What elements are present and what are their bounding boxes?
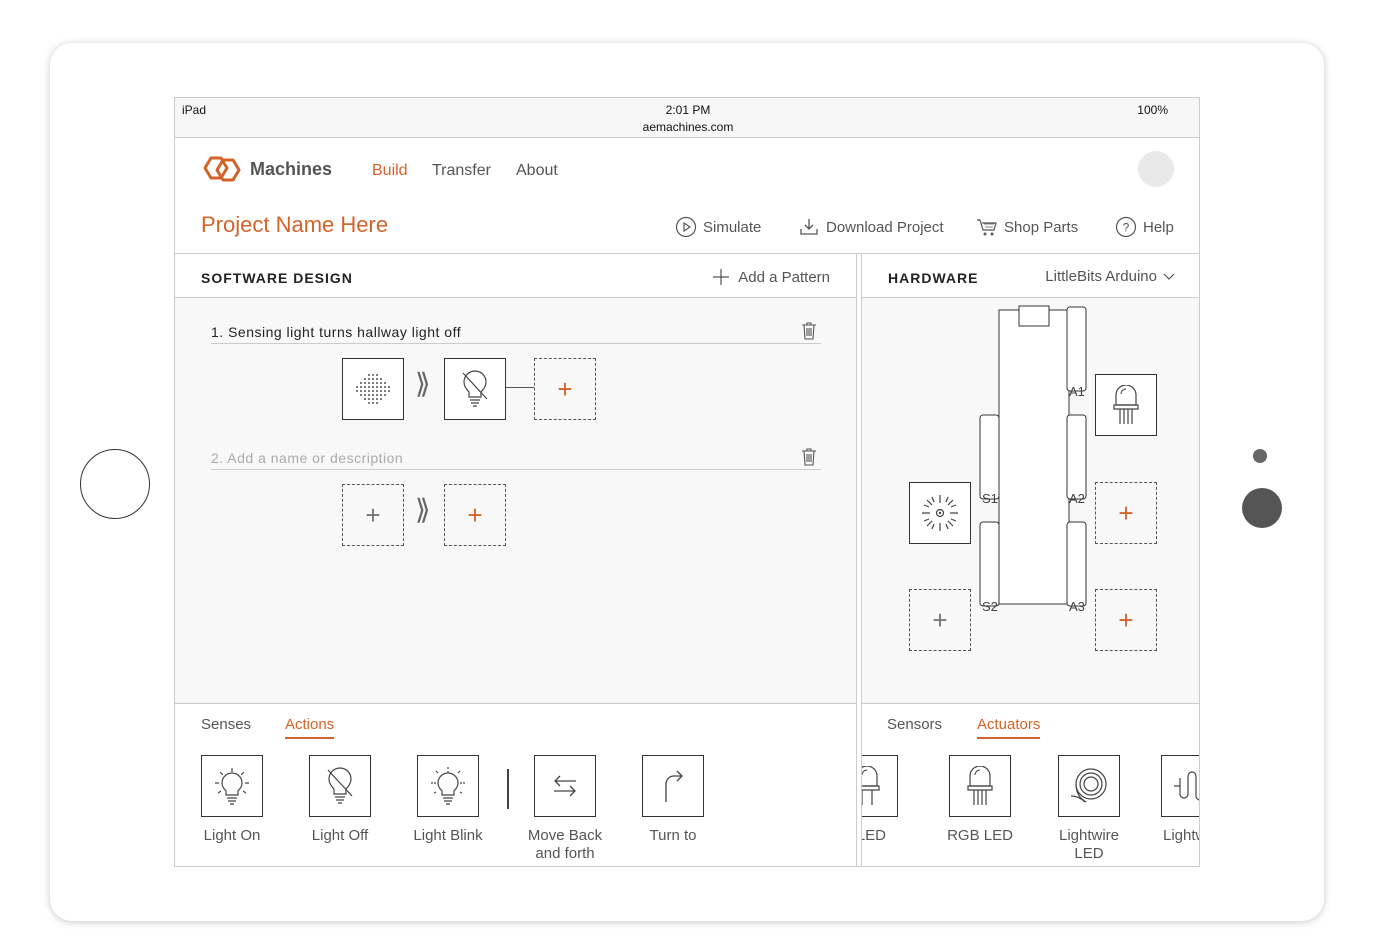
brand-name: Machines — [250, 159, 333, 179]
item-label: Turn to — [649, 827, 697, 844]
add-pattern-button[interactable]: Add a Pattern — [712, 268, 830, 286]
action-move-back-forth[interactable]: Move Back and forth — [520, 755, 610, 863]
light-sensor-icon — [356, 374, 390, 404]
simulate-button[interactable]: Simulate — [675, 216, 761, 238]
action-turn-to[interactable]: Turn to — [628, 755, 718, 845]
rgb-led-module[interactable] — [1095, 374, 1157, 436]
connector-line — [506, 387, 534, 388]
software-design-panel: SOFTWARE DESIGN Add a Pattern 1. Sensing… — [175, 254, 857, 866]
add-action-slot[interactable]: + — [534, 358, 596, 420]
tab-actions[interactable]: Actions — [285, 716, 335, 739]
address-bar[interactable]: aemachines.com — [175, 120, 1199, 134]
pattern-2-title[interactable]: 2. Add a name or description — [211, 450, 821, 470]
tab-senses[interactable]: Senses — [201, 716, 251, 737]
add-action-slot[interactable]: + — [444, 484, 506, 546]
add-port-a2-slot[interactable]: + — [1095, 482, 1157, 544]
project-name[interactable]: Project Name Here — [201, 212, 388, 238]
lightwire-2-icon — [1174, 771, 1199, 801]
add-port-a3-slot[interactable]: + — [1095, 589, 1157, 651]
battery: 100% — [1137, 103, 1168, 117]
add-pattern-label: Add a Pattern — [738, 268, 830, 286]
action-light-on[interactable]: Light On — [187, 755, 277, 845]
software-header: SOFTWARE DESIGN Add a Pattern — [175, 254, 856, 298]
trash-icon[interactable] — [801, 322, 817, 340]
move-back-forth-icon — [554, 775, 576, 797]
simulate-label: Simulate — [703, 218, 762, 236]
help-button[interactable]: ? Help — [1115, 216, 1174, 238]
svg-text:?: ? — [1123, 221, 1130, 235]
hardware-title: HARDWARE — [888, 270, 979, 286]
chevron-right-icon: ⟫ — [415, 494, 431, 525]
actuator-lightwire-led[interactable]: Lightwire LED — [1043, 755, 1135, 863]
item-label: Light Off — [311, 827, 369, 844]
port-s1: S1 — [982, 491, 998, 506]
plus-icon — [713, 269, 730, 285]
item-label: LED — [862, 827, 886, 844]
item-label: Light Blink — [413, 827, 483, 844]
add-port-s2-slot[interactable]: + — [909, 589, 971, 651]
light-sensor-block[interactable] — [342, 358, 404, 420]
screen: iPad 2:01 PM aemachines.com 100% Machine… — [174, 97, 1200, 867]
machines-logo-icon[interactable] — [201, 154, 243, 184]
actuator-lightwire[interactable]: Lightwir — [1147, 755, 1199, 845]
lightwire-icon — [1070, 768, 1107, 803]
light-blink-icon — [431, 767, 465, 805]
camera-lens — [1242, 488, 1282, 528]
help-label: Help — [1143, 218, 1174, 236]
light-sensor-module[interactable] — [909, 482, 971, 544]
board-select[interactable]: LittleBits Arduino — [1045, 268, 1175, 285]
light-sensor-icon — [922, 495, 958, 531]
light-off-block[interactable] — [444, 358, 506, 420]
hardware-header: HARDWARE LittleBits Arduino — [862, 254, 1199, 298]
download-label: Download Project — [826, 218, 944, 236]
item-label: Lightwir — [1163, 827, 1199, 844]
camera-sensor — [1253, 449, 1267, 463]
shop-parts-button[interactable]: Shop Parts — [976, 216, 1078, 238]
port-a3: A3 — [1069, 599, 1085, 614]
status-bar: iPad 2:01 PM aemachines.com 100% — [175, 98, 1199, 138]
nav-transfer[interactable]: Transfer — [432, 162, 491, 180]
hardware-panel: HARDWARE LittleBits Arduino A1 A2 A3 S1 … — [861, 254, 1199, 866]
chevron-down-icon — [1163, 273, 1175, 280]
palette-divider — [507, 769, 509, 809]
add-sense-slot[interactable]: + — [342, 484, 404, 546]
item-label: Move Back and forth — [527, 827, 603, 862]
actuator-scroller[interactable]: LED RGB LED — [862, 704, 1199, 866]
action-light-off[interactable]: Light Off — [295, 755, 385, 845]
cart-icon — [977, 219, 997, 236]
rgb-led-icon — [967, 766, 993, 805]
software-palette: Senses Actions Light On Light Off Light … — [175, 703, 856, 866]
actuator-rgb-led[interactable]: RGB LED — [935, 755, 1025, 845]
rgb-led-icon — [1113, 385, 1139, 424]
item-label: RGB LED — [947, 827, 1013, 844]
download-icon — [800, 219, 818, 235]
light-on-icon — [215, 768, 249, 805]
port-a1: A1 — [1069, 384, 1085, 399]
light-off-icon — [462, 370, 488, 407]
avatar[interactable] — [1138, 151, 1174, 187]
actuator-led[interactable]: LED — [862, 755, 912, 845]
play-icon — [675, 216, 697, 238]
pattern-1-title[interactable]: 1. Sensing light turns hallway light off — [211, 324, 821, 344]
chevron-right-icon: ⟫ — [415, 368, 431, 399]
item-label: Lightwire LED — [1058, 827, 1120, 862]
port-s2: S2 — [982, 599, 998, 614]
item-label: Light On — [203, 827, 261, 844]
home-button[interactable] — [80, 449, 150, 519]
software-title: SOFTWARE DESIGN — [201, 270, 353, 286]
trash-icon[interactable] — [801, 448, 817, 466]
shop-label: Shop Parts — [1004, 218, 1079, 236]
nav-build[interactable]: Build — [372, 162, 408, 180]
port-a2: A2 — [1069, 491, 1085, 506]
nav-about[interactable]: About — [516, 162, 558, 180]
led-icon — [862, 766, 880, 805]
help-icon: ? — [1115, 216, 1137, 238]
download-project-button[interactable]: Download Project — [798, 216, 944, 238]
light-off-icon — [327, 767, 353, 804]
turn-icon — [665, 770, 683, 802]
hardware-palette: Sensors Actuators LED — [862, 703, 1199, 866]
clock: 2:01 PM — [665, 103, 711, 117]
action-light-blink[interactable]: Light Blink — [403, 755, 493, 845]
board-select-value: LittleBits Arduino — [1045, 268, 1157, 285]
